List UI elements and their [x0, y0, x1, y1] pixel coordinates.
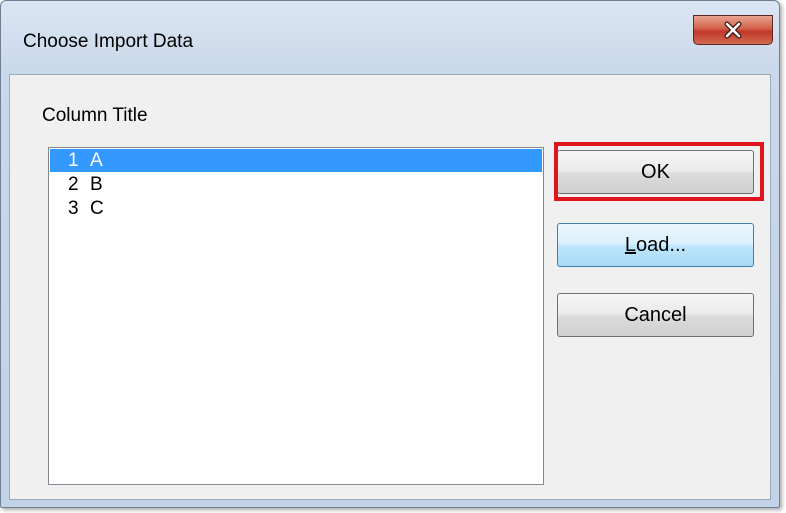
cancel-button[interactable]: Cancel	[557, 293, 754, 337]
dialog-window: Choose Import Data Column Title 1 A 2 B …	[0, 0, 780, 508]
list-item-number: 1	[68, 150, 79, 171]
list-item[interactable]: 1 A	[50, 149, 542, 172]
close-button[interactable]	[693, 15, 773, 45]
title-bar[interactable]: Choose Import Data	[1, 1, 779, 85]
ok-button[interactable]: OK	[557, 150, 754, 194]
list-item-name: B	[90, 174, 103, 195]
window-title: Choose Import Data	[23, 31, 194, 52]
load-button[interactable]: Load...	[557, 223, 754, 267]
load-button-mnemonic: L	[624, 233, 637, 256]
list-item-number: 2	[68, 174, 79, 195]
list-item[interactable]: 2 B	[50, 173, 542, 196]
list-item-name: A	[90, 150, 103, 171]
list-item-name: C	[90, 198, 104, 219]
list-item[interactable]: 3 C	[50, 197, 542, 220]
load-button-label: oad...	[636, 233, 687, 256]
close-icon	[724, 21, 742, 39]
column-title-label: Column Title	[42, 105, 148, 126]
dialog-client-area: Column Title 1 A 2 B 3 C OK Load... Canc…	[9, 74, 771, 500]
column-listbox[interactable]: 1 A 2 B 3 C	[48, 147, 544, 485]
list-item-number: 3	[68, 198, 79, 219]
